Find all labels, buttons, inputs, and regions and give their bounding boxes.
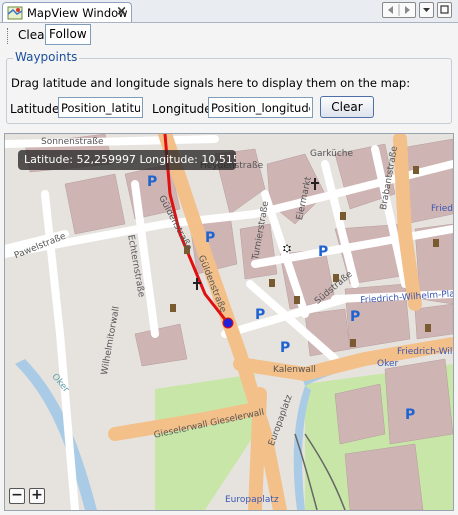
latitude-label: Latitude: xyxy=(10,102,64,116)
tab-title: MapView Window xyxy=(27,6,128,20)
place-label: Friedrich-Wilh xyxy=(397,347,454,357)
toolbar: Clear Follow xyxy=(0,23,458,49)
waypoints-title: Waypoints xyxy=(13,50,80,64)
tab-list-button[interactable] xyxy=(419,2,434,18)
close-icon[interactable]: × xyxy=(116,4,127,19)
follow-toggle[interactable]: Follow xyxy=(45,24,91,45)
parking-icon: P xyxy=(350,309,361,325)
map-icon xyxy=(7,5,23,21)
coordinate-tooltip: Latitude: 52,259997 Longitude: 10,515606 xyxy=(18,150,236,170)
latitude-field[interactable] xyxy=(58,97,143,118)
chevron-right-icon[interactable] xyxy=(405,6,410,14)
parking-icon: P xyxy=(280,340,291,356)
parking-icon: P xyxy=(405,407,416,423)
street-label: Sonnenstraße xyxy=(41,137,104,147)
maximize-icon xyxy=(440,5,449,14)
parking-icon: P xyxy=(255,307,266,323)
waypoints-description: Drag latitude and longitude signals here… xyxy=(11,76,411,90)
place-label: Friede xyxy=(431,204,453,214)
place-label: Europaplatz xyxy=(225,495,279,505)
zoom-in-button[interactable]: + xyxy=(29,488,45,504)
longitude-field[interactable] xyxy=(208,97,313,118)
map-view[interactable]: P P P P P P P Sonnenstraße Heydenstraße … xyxy=(4,133,454,511)
tab-bar: MapView Window × xyxy=(0,0,458,23)
parking-icon: P xyxy=(205,230,216,246)
maximize-button[interactable] xyxy=(437,2,452,18)
tab-mapview[interactable]: MapView Window × xyxy=(2,2,132,22)
waypoints-clear-button[interactable]: Clear xyxy=(320,96,374,118)
waypoints-group: Waypoints Drag latitude and longitude si… xyxy=(6,50,452,124)
water-label: Oker xyxy=(377,359,399,369)
longitude-label: Longitude: xyxy=(152,102,216,116)
chevron-down-icon xyxy=(423,8,430,12)
parking-icon: P xyxy=(147,174,158,190)
chevron-left-icon[interactable] xyxy=(388,6,393,14)
zoom-out-button[interactable]: − xyxy=(9,488,25,504)
street-label: Kalenwall xyxy=(273,365,316,375)
street-label: Garküche xyxy=(310,149,354,159)
tab-scroll-buttons xyxy=(382,2,416,18)
parking-icon: P xyxy=(318,244,329,260)
toolbar-grip[interactable] xyxy=(7,28,10,44)
